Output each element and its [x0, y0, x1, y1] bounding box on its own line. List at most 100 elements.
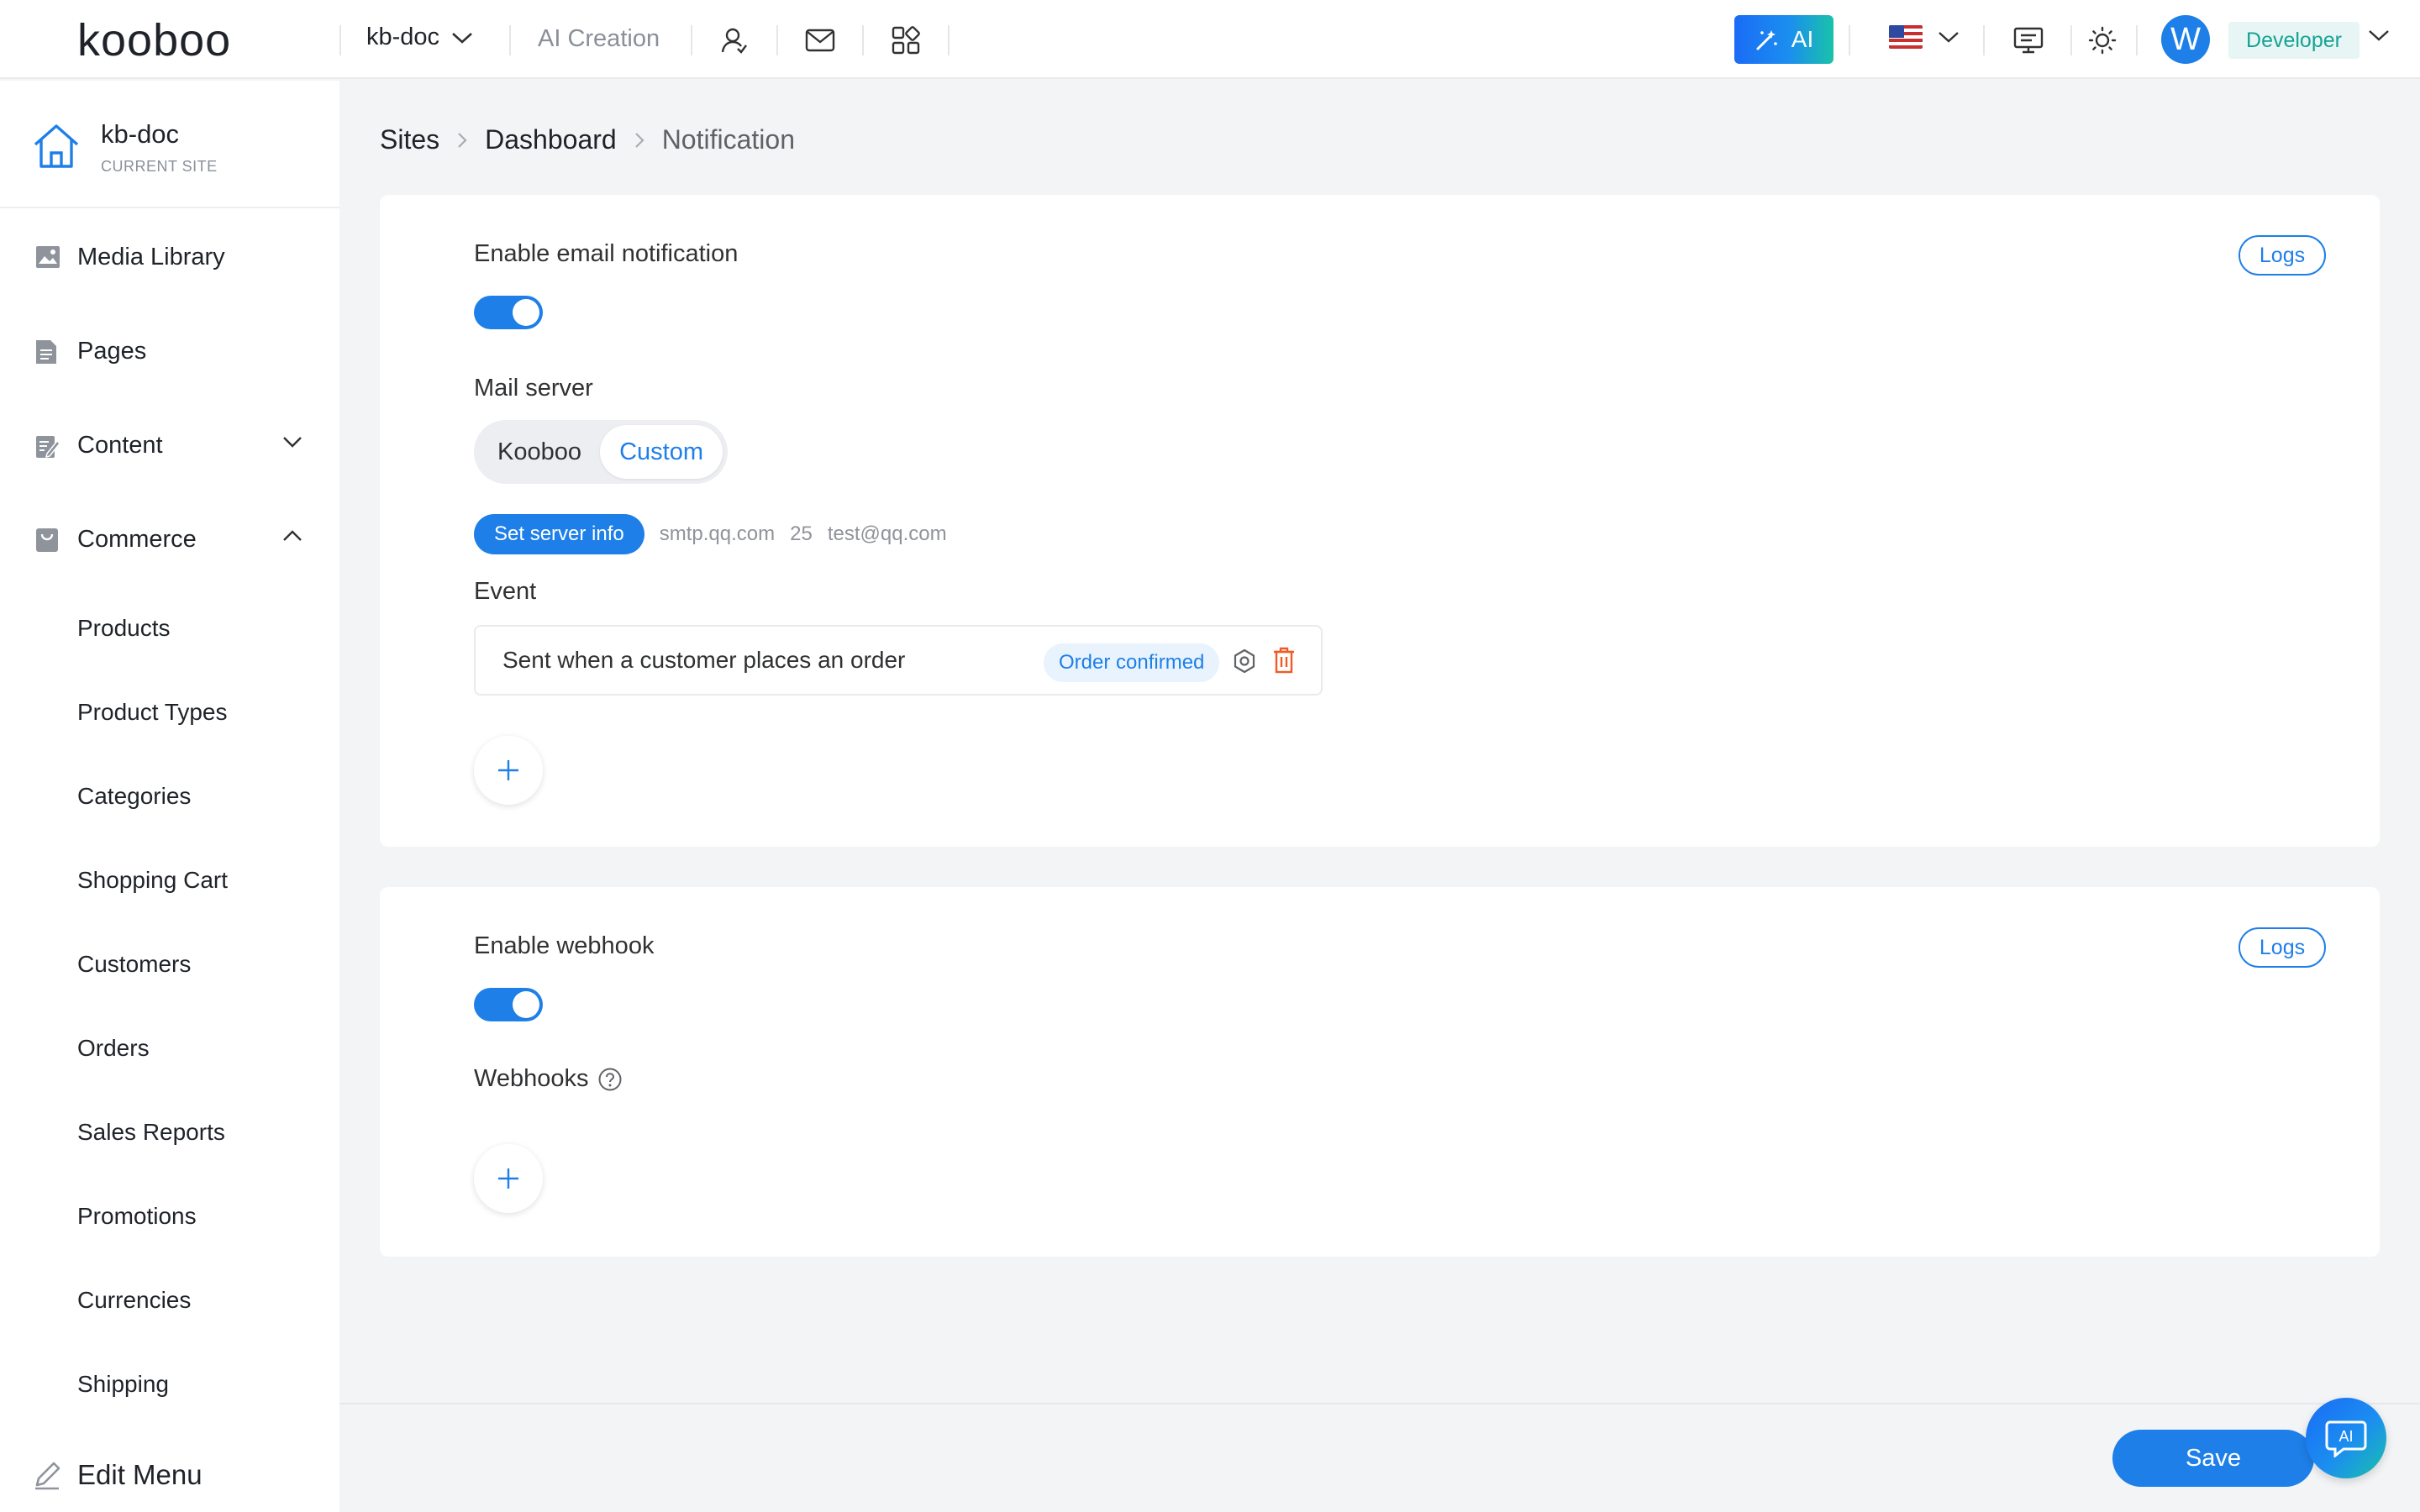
set-server-info-button[interactable]: Set server info	[474, 514, 644, 554]
sidebar-item-content[interactable]: Content	[0, 412, 339, 479]
sidebar-item-label: Commerce	[77, 525, 197, 553]
us-flag-icon	[1889, 25, 1923, 49]
sidebar-subitem-currencies[interactable]: Currencies	[0, 1271, 339, 1330]
user-avatar[interactable]: W	[2161, 15, 2210, 64]
sidebar-subitem-shipping[interactable]: Shipping	[0, 1355, 339, 1414]
divider	[862, 25, 864, 55]
server-port: 25	[790, 522, 813, 545]
server-host: smtp.qq.com	[659, 522, 776, 545]
sidebar-subitem-label: Sales Reports	[77, 1119, 225, 1145]
plus-icon	[498, 1168, 518, 1189]
toggle-knob	[513, 299, 539, 326]
edit-menu-label: Edit Menu	[77, 1459, 203, 1490]
divider	[776, 25, 778, 55]
footer-bar	[339, 1403, 2420, 1512]
server-info-row: Set server info smtp.qq.com 25 test@qq.c…	[474, 514, 947, 554]
sidebar-subitem-categories[interactable]: Categories	[0, 767, 339, 826]
sidebar-subitem-label: Promotions	[77, 1203, 197, 1229]
divider	[1849, 25, 1850, 55]
mail-server-option-custom[interactable]: Custom	[600, 425, 723, 479]
mail-icon[interactable]	[802, 22, 839, 59]
image-icon	[36, 246, 60, 268]
webhook-logs-button[interactable]: Logs	[2238, 927, 2326, 968]
webhook-toggle[interactable]	[474, 988, 543, 1021]
help-icon[interactable]	[597, 1067, 623, 1092]
breadcrumb-sites[interactable]: Sites	[380, 124, 439, 155]
sidebar-item-pages[interactable]: Pages	[0, 318, 339, 385]
sidebar-subitem-label: Currencies	[77, 1287, 192, 1313]
save-button[interactable]: Save	[2112, 1430, 2314, 1487]
sidebar-subitem-label: Orders	[77, 1035, 150, 1061]
monitor-icon[interactable]	[2010, 22, 2047, 59]
logo-text: kooboo	[77, 15, 232, 66]
breadcrumb-notification: Notification	[661, 124, 795, 155]
sidebar-item-label: Content	[77, 431, 163, 459]
divider	[2136, 25, 2138, 55]
current-site[interactable]: kb-doc CURRENT SITE	[0, 81, 339, 208]
gear-icon[interactable]	[1232, 648, 1257, 674]
event-description: Sent when a customer places an order	[502, 647, 906, 673]
chevron-right-icon	[458, 132, 467, 148]
toggle-knob	[513, 991, 539, 1018]
divider	[691, 25, 692, 55]
ai-chat-label: AI	[2338, 1428, 2353, 1445]
site-name: kb-doc	[366, 24, 440, 50]
webhooks-label: Webhooks	[474, 1065, 589, 1092]
magic-wand-icon	[1756, 30, 1777, 50]
breadcrumb: Sites Dashboard Notification	[380, 124, 795, 155]
sidebar-item-label: Media Library	[77, 243, 225, 270]
role-badge[interactable]: Developer	[2228, 22, 2360, 59]
server-email: test@qq.com	[827, 522, 947, 545]
mail-server-option-kooboo[interactable]: Kooboo	[479, 425, 600, 479]
webhook-card: Enable webhook Logs Webhooks	[380, 887, 2380, 1257]
sidebar-subitem-label: Product Types	[77, 699, 228, 725]
apps-icon[interactable]	[887, 22, 924, 59]
add-webhook-button[interactable]	[474, 1144, 543, 1213]
sidebar-subitem-label: Categories	[77, 783, 192, 809]
sidebar-subitem-label: Customers	[77, 951, 192, 977]
sidebar-item-commerce[interactable]: Commerce	[0, 506, 339, 573]
pencil-icon	[35, 1462, 60, 1490]
sun-icon[interactable]	[2084, 22, 2121, 59]
sidebar-item-media-library[interactable]: Media Library	[0, 223, 339, 291]
plus-icon	[498, 760, 518, 780]
sidebar-subitem-orders[interactable]: Orders	[0, 1019, 339, 1078]
breadcrumb-dashboard[interactable]: Dashboard	[485, 124, 617, 155]
sidebar-subitem-label: Shipping	[77, 1371, 169, 1397]
email-notification-card: Enable email notification Logs Mail serv…	[380, 195, 2380, 847]
home-icon	[34, 124, 79, 168]
email-notification-toggle[interactable]	[474, 296, 543, 329]
chevron-down-icon	[1939, 32, 1959, 43]
sidebar-subitem-customers[interactable]: Customers	[0, 935, 339, 994]
chevron-right-icon	[634, 132, 644, 148]
chevron-down-icon[interactable]	[2368, 29, 2390, 42]
ai-button-label: AI	[1791, 26, 1814, 52]
edit-menu-button[interactable]: Edit Menu	[0, 1441, 339, 1509]
event-label: Event	[474, 578, 537, 605]
chevron-down-icon	[283, 437, 302, 448]
add-event-button[interactable]	[474, 736, 543, 805]
chevron-down-icon	[452, 32, 472, 44]
webhooks-label-row: Webhooks	[474, 1065, 623, 1093]
divider	[1983, 25, 1985, 55]
kooboo-logo[interactable]: kooboo	[77, 15, 232, 66]
language-selector[interactable]	[1889, 25, 1960, 49]
site-selector[interactable]: kb-doc	[366, 24, 473, 51]
user-icon[interactable]	[716, 22, 753, 59]
ai-chat-button[interactable]: AI	[2306, 1398, 2386, 1478]
sidebar-subitem-products[interactable]: Products	[0, 599, 339, 658]
sidebar-subitem-product-types[interactable]: Product Types	[0, 683, 339, 742]
trash-icon[interactable]	[1272, 647, 1296, 674]
sidebar-subitem-label: Shopping Cart	[77, 867, 229, 893]
sidebar-item-label: Pages	[77, 337, 147, 365]
mail-server-segmented: Kooboo Custom	[474, 420, 728, 484]
ai-chat-icon: AI	[2325, 1420, 2367, 1457]
sidebar-subitem-shopping-cart[interactable]: Shopping Cart	[0, 851, 339, 910]
event-tag: Order confirmed	[1044, 643, 1220, 682]
sidebar-subitem-label: Products	[77, 615, 171, 641]
sidebar-subitem-sales-reports[interactable]: Sales Reports	[0, 1103, 339, 1162]
sidebar-subitem-promotions[interactable]: Promotions	[0, 1187, 339, 1246]
ai-creation-link[interactable]: AI Creation	[538, 25, 660, 53]
email-logs-button[interactable]: Logs	[2238, 235, 2326, 276]
ai-button[interactable]: AI	[1734, 15, 1833, 64]
